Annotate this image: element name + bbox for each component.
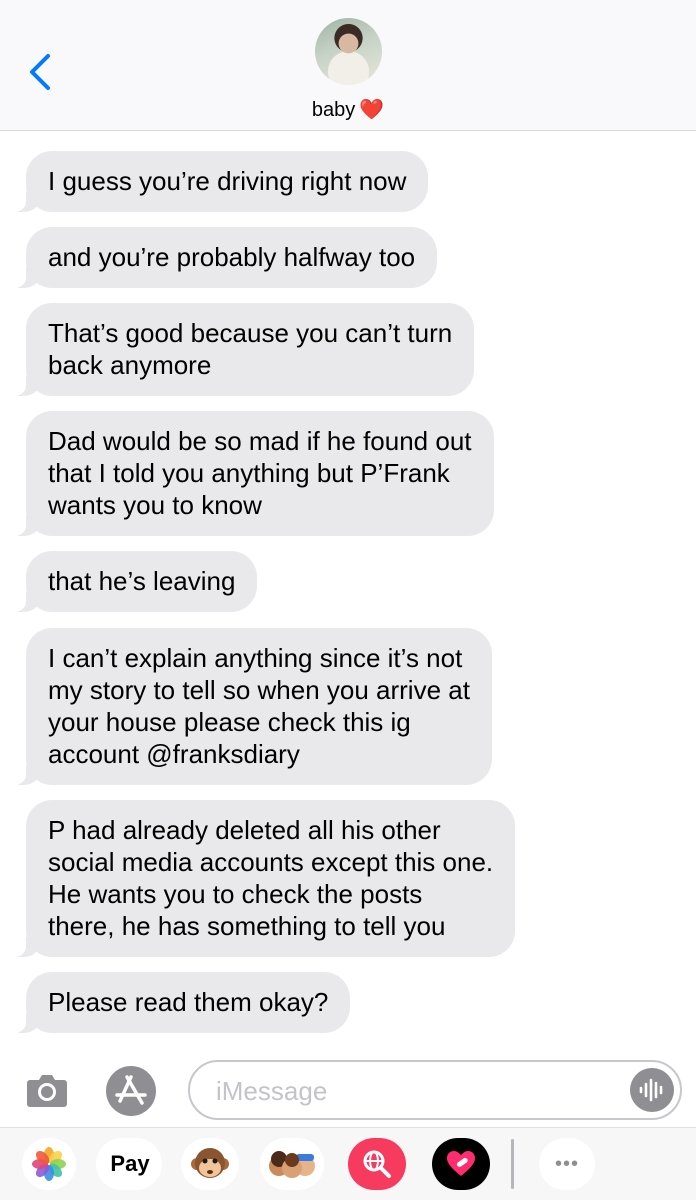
message-bubble[interactable]: Please read them okay? xyxy=(0,972,351,1033)
camera-button[interactable] xyxy=(26,1070,68,1110)
message-bubble[interactable]: and you’re probably halfway too xyxy=(0,227,438,288)
drawer-animoji[interactable] xyxy=(181,1138,239,1190)
back-button[interactable] xyxy=(22,50,58,94)
drawer-divider xyxy=(511,1139,514,1189)
digital-touch-heart-icon xyxy=(447,1151,475,1176)
photos-icon xyxy=(32,1147,66,1181)
message-bubble[interactable]: I guess you’re driving right now xyxy=(0,151,429,212)
contact-name[interactable]: baby ❤️ xyxy=(0,97,696,122)
more-icon: ••• xyxy=(554,1152,579,1175)
drawer-more-button[interactable]: ••• xyxy=(539,1138,595,1190)
app-drawer: Pay ••• xyxy=(0,1127,696,1200)
app-store-icon xyxy=(106,1066,156,1116)
memoji-icon xyxy=(269,1151,315,1178)
contact-name-label: baby xyxy=(311,99,356,121)
message-bubble[interactable]: that he’s leaving xyxy=(0,551,258,612)
drawer-apple-pay[interactable]: Pay xyxy=(96,1138,162,1190)
waveform-icon xyxy=(639,1078,663,1102)
message-input[interactable] xyxy=(216,1072,616,1110)
compose-bar xyxy=(0,1053,696,1127)
globe-search-icon xyxy=(363,1150,391,1178)
app-store-button[interactable] xyxy=(105,1065,157,1117)
message-field[interactable] xyxy=(188,1060,682,1120)
conversation-header: baby ❤️ xyxy=(0,0,696,131)
message-bubble[interactable]: That’s good because you can’t turn back … xyxy=(0,303,475,396)
drawer-digital-touch[interactable] xyxy=(432,1138,490,1190)
message-thread[interactable]: I guess you’re driving right now and you… xyxy=(0,131,696,1053)
monkey-icon xyxy=(191,1148,229,1178)
drawer-search-images[interactable] xyxy=(348,1138,406,1190)
chevron-left-icon xyxy=(30,54,50,90)
voice-message-button[interactable] xyxy=(630,1068,674,1112)
drawer-photos[interactable] xyxy=(22,1138,76,1190)
apple-pay-label: Pay xyxy=(110,1151,150,1176)
drawer-memoji-stickers[interactable] xyxy=(260,1138,324,1190)
message-bubble[interactable]: P had already deleted all his other soci… xyxy=(0,800,516,957)
message-bubble[interactable]: I can’t explain anything since it’s not … xyxy=(0,628,492,785)
contact-avatar[interactable] xyxy=(315,18,382,85)
message-bubble[interactable]: Dad would be so mad if he found out that… xyxy=(0,411,494,536)
heart-emoji: ❤️ xyxy=(359,99,385,121)
camera-icon xyxy=(27,1075,67,1107)
